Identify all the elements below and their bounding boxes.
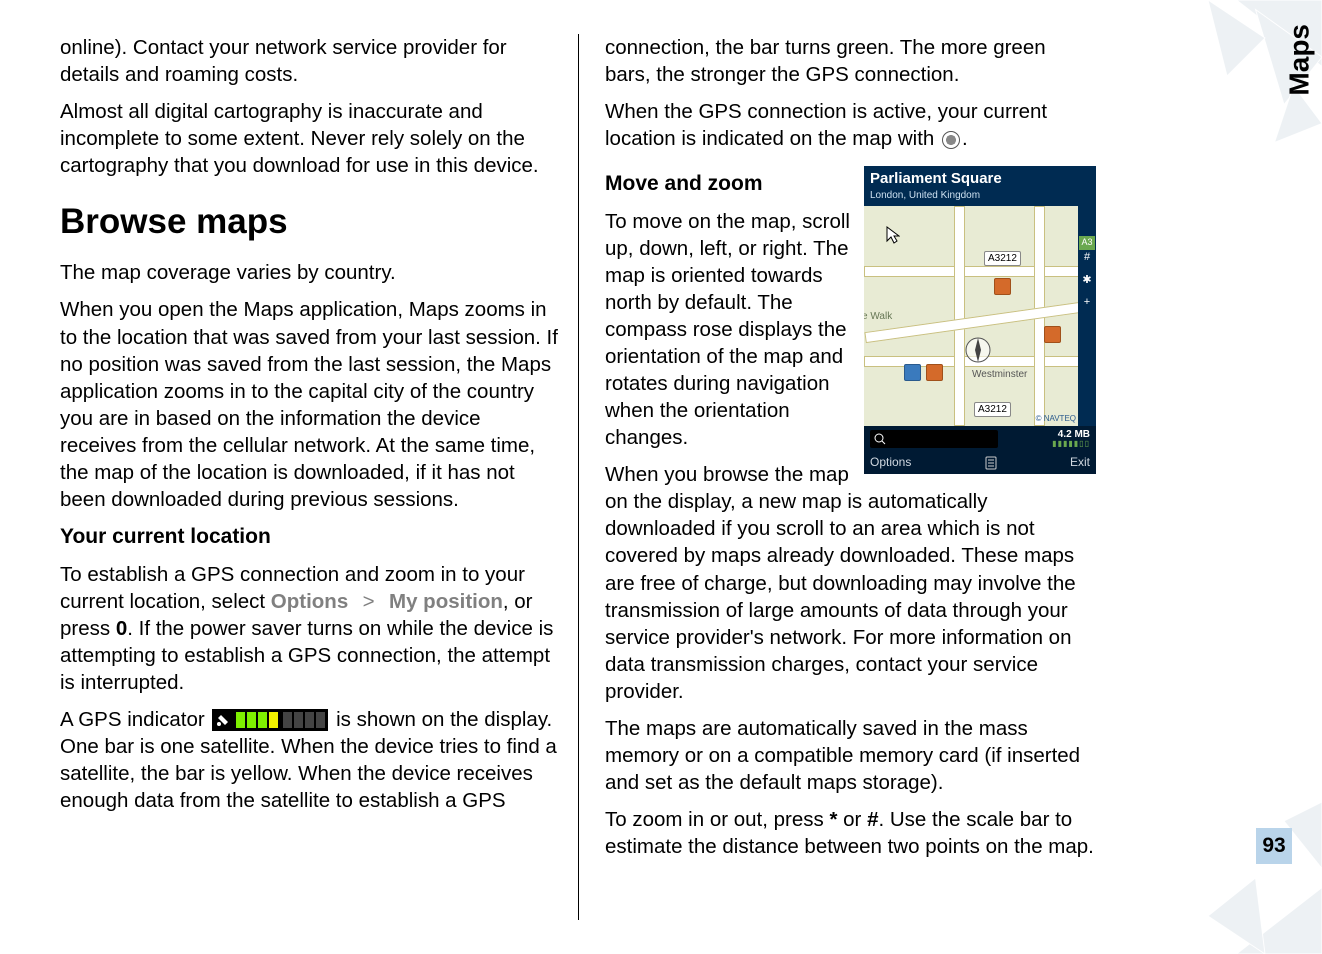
zoom-star-icon: ✱ [1082, 273, 1091, 288]
right-column: connection, the bar turns green. The mor… [578, 34, 1096, 920]
para-open-maps: When you open the Maps application, Maps… [60, 296, 560, 512]
map-screenshot-figure: Parliament Square London, United Kingdom… [864, 166, 1096, 474]
zoom-plus-icon: + [1084, 295, 1090, 310]
para-establish-gps: To establish a GPS connection and zoom i… [60, 561, 560, 696]
softkey-options: Options [870, 455, 911, 471]
menu-my-position-label: My position [389, 590, 503, 613]
para-browse-download: When you browse the map on the display, … [605, 461, 1096, 704]
map-subtitle: London, United Kingdom [864, 189, 1096, 206]
text: . If the power saver turns on while the … [60, 617, 553, 694]
satellite-icon [215, 712, 231, 728]
download-bars-icon: ▮▮▮▮▮▯▯ [1052, 440, 1090, 448]
para-zoom-keys: To zoom in or out, press * or #. Use the… [605, 806, 1096, 860]
page-number: 93 [1256, 828, 1292, 864]
hash-icon: # [1084, 250, 1090, 265]
road-badge: A3 [1079, 236, 1094, 250]
walk-label: e Walk [864, 310, 892, 323]
poi-icon [926, 364, 943, 381]
map-right-toolbar: A3 # ✱ + [1078, 206, 1096, 426]
softkey-exit: Exit [1070, 455, 1090, 471]
para-location-indicator: When the GPS connection is active, your … [605, 98, 1096, 152]
para-coverage: The map coverage varies by country. [60, 259, 560, 286]
left-column: online). Contact your network service pr… [60, 34, 578, 920]
poi-icon [1044, 326, 1061, 343]
map-title: Parliament Square [864, 166, 1096, 189]
text: A GPS indicator [60, 708, 210, 731]
map-softkey-bar: Options Exit [864, 452, 1096, 474]
map-copyright: © NAVTEQ [1036, 414, 1076, 425]
document-icon [985, 456, 997, 470]
para-gps-indicator: A GPS indicator is shown on the display.… [60, 706, 560, 814]
manual-page: online). Contact your network service pr… [0, 0, 1322, 954]
road-label-1: A3212 [984, 251, 1021, 266]
para-maps-saved: The maps are automatically saved in the … [605, 715, 1096, 796]
key-hash: # [867, 808, 878, 831]
text: When the GPS connection is active, your … [605, 100, 1047, 150]
key-zero: 0 [116, 617, 127, 640]
side-tab-label: Maps [1284, 24, 1316, 96]
road-label-2: A3212 [974, 402, 1011, 417]
search-icon [874, 433, 886, 445]
para-cartography-warning: Almost all digital cartography is inaccu… [60, 98, 560, 179]
compass-rose-icon [964, 336, 992, 364]
gps-signal-indicator-icon [212, 709, 328, 731]
decorative-triangles-bottom [1132, 764, 1322, 954]
heading-browse-maps: Browse maps [60, 199, 560, 245]
poi-icon [994, 278, 1011, 295]
cursor-arrow-icon [886, 226, 900, 244]
para-online-contact: online). Contact your network service pr… [60, 34, 560, 88]
map-canvas: A3212 A3212 e Walk [864, 206, 1096, 426]
subheading-current-location: Your current location [60, 523, 560, 551]
poi-icon [904, 364, 921, 381]
para-connection-green: connection, the bar turns green. The mor… [605, 34, 1096, 88]
menu-options-label: Options [271, 590, 348, 613]
download-size-indicator: 4.2 MB ▮▮▮▮▮▯▯ [1052, 430, 1090, 448]
text: To zoom in or out, press [605, 808, 829, 831]
map-statusbar: 4.2 MB ▮▮▮▮▮▯▯ [864, 426, 1096, 452]
menu-separator: > [348, 590, 389, 613]
map-search-box [870, 430, 998, 448]
place-label-westminster: Westminster [972, 368, 1027, 381]
current-location-dot-icon [942, 131, 960, 149]
move-zoom-block: Parliament Square London, United Kingdom… [605, 162, 1096, 715]
two-column-layout: online). Contact your network service pr… [60, 34, 1140, 920]
text: . [962, 127, 968, 150]
text: or [837, 808, 867, 831]
